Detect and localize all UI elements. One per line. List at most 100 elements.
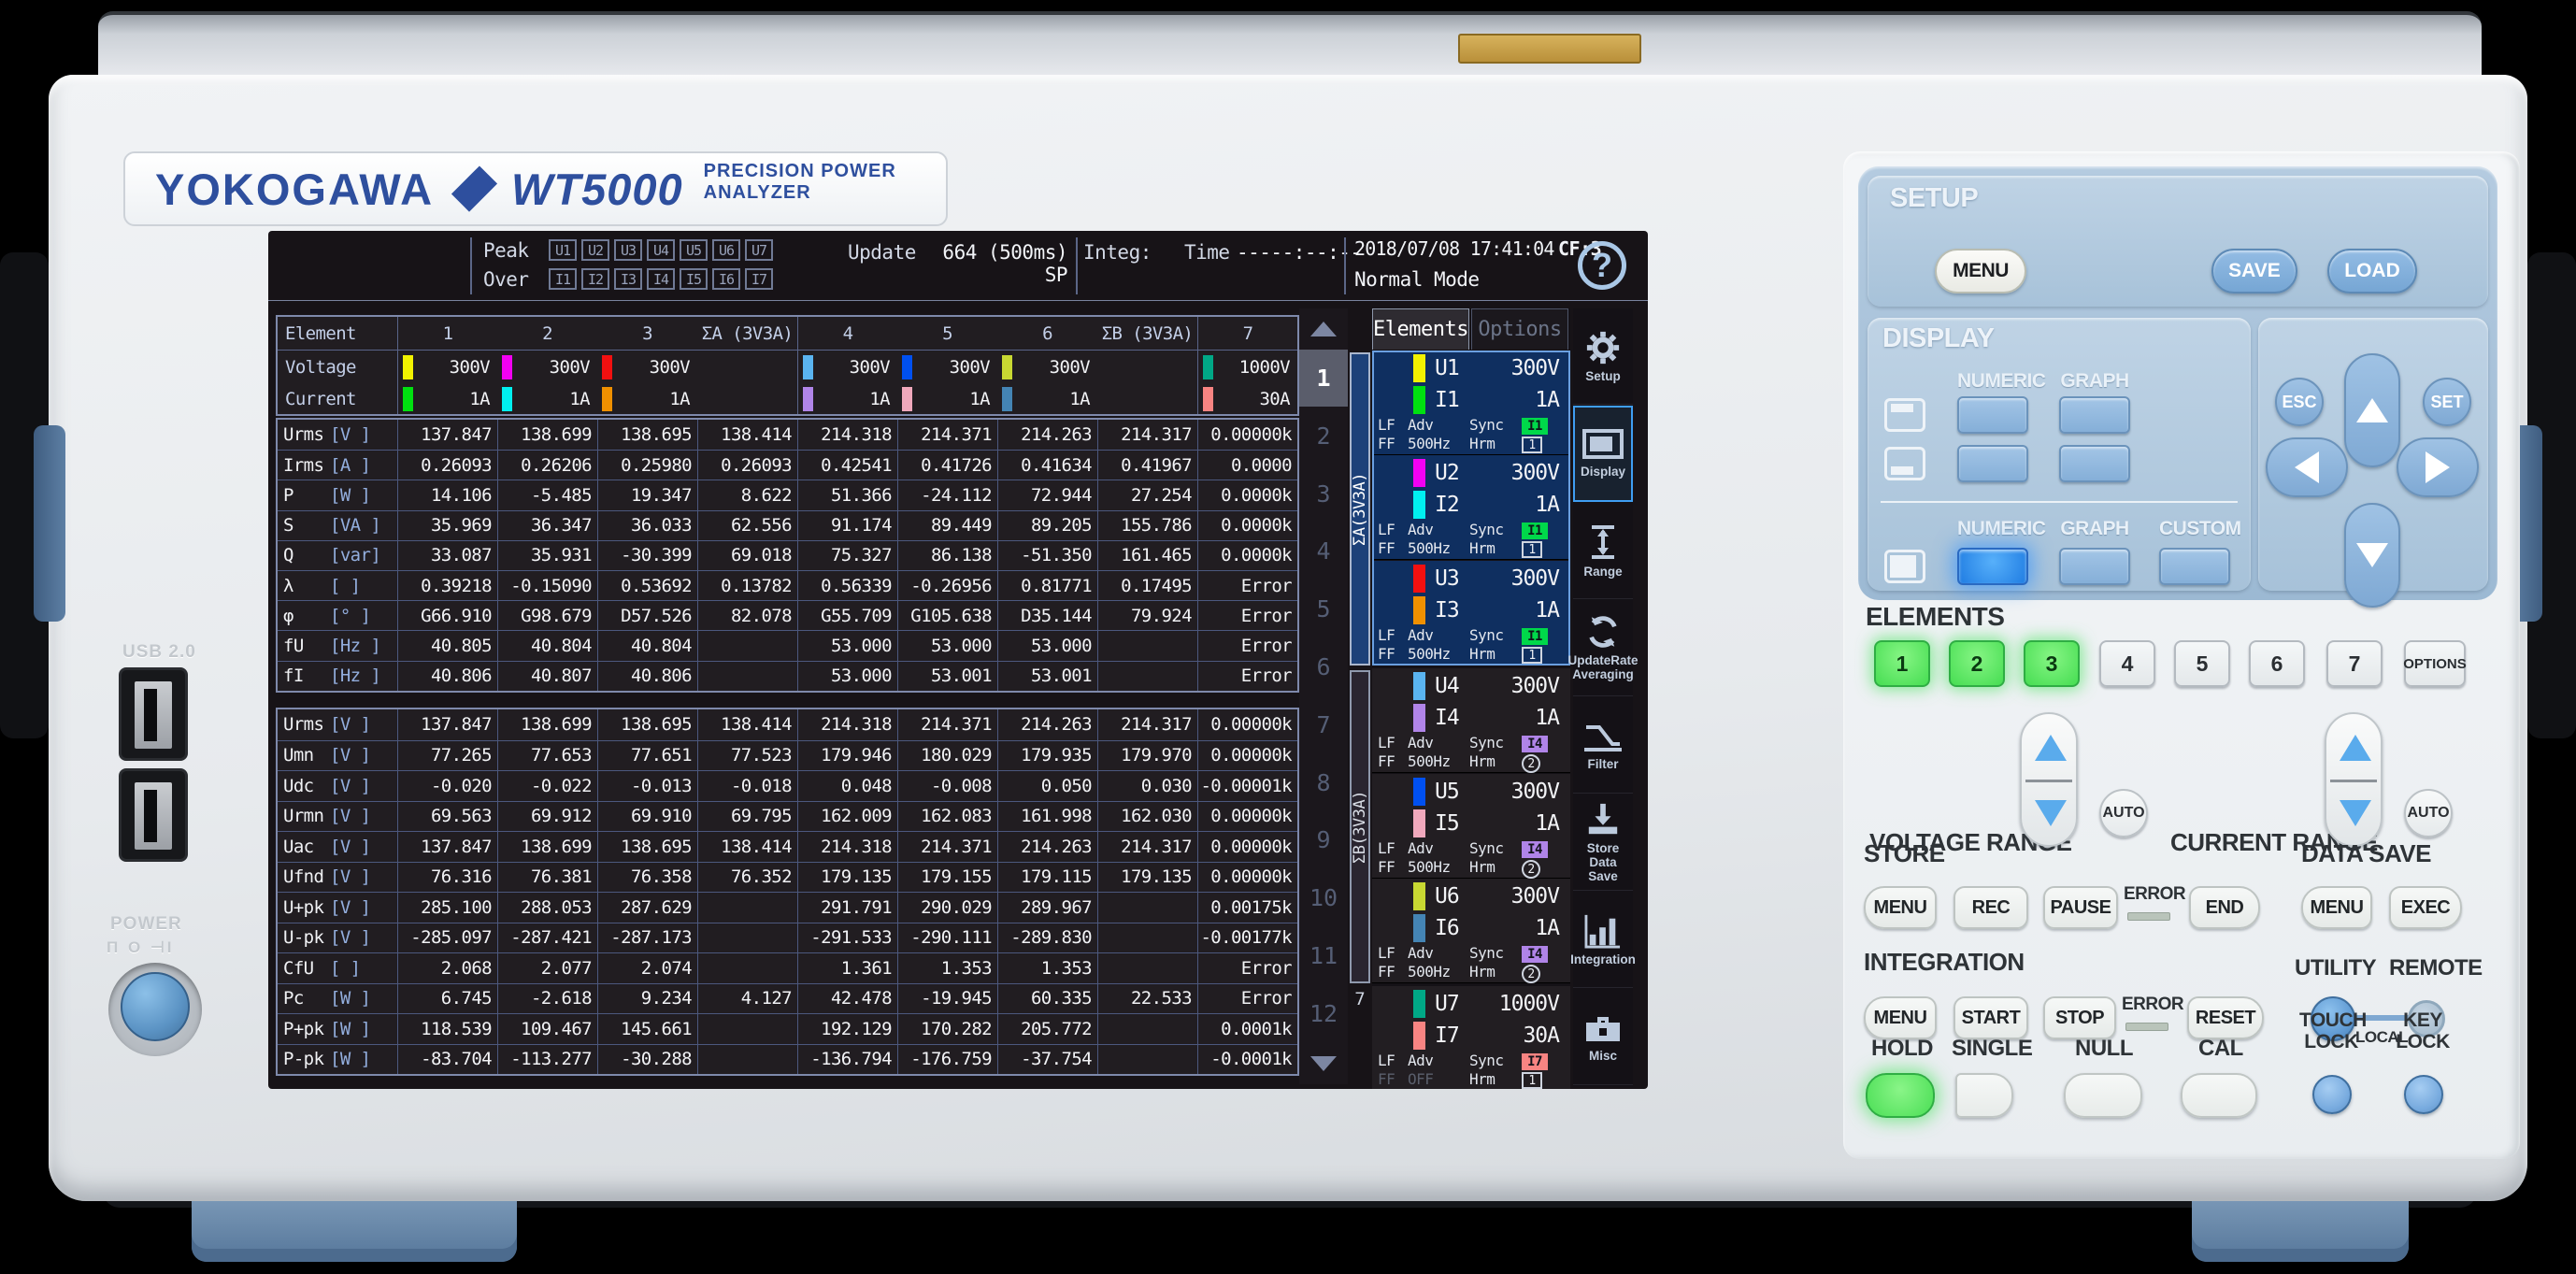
page-number[interactable]: 3 bbox=[1299, 465, 1348, 522]
voltage-auto-button[interactable]: AUTO bbox=[2099, 789, 2148, 837]
over-badge: I1 bbox=[549, 268, 577, 290]
element-item[interactable]: U1 300V I1 1A LF FF Adv 500Hz Sync Hrm I1 1 bbox=[1372, 351, 1570, 455]
page-number[interactable]: 11 bbox=[1299, 927, 1348, 984]
menu-item-setup[interactable]: Setup bbox=[1573, 308, 1633, 405]
data-save-menu-button[interactable]: MENU bbox=[2301, 886, 2372, 929]
graph-half-top-button[interactable] bbox=[2059, 396, 2130, 434]
numeric-half-bottom-button[interactable] bbox=[1957, 445, 2028, 482]
key-lock-button[interactable] bbox=[2404, 1075, 2443, 1114]
voltage-range-rocker[interactable] bbox=[2020, 712, 2078, 847]
group-sigma-b[interactable]: ΣB(3V3A) bbox=[1350, 670, 1370, 983]
left-arrow-button[interactable] bbox=[2266, 437, 2348, 497]
element-item[interactable]: U7 1000V I7 30A LF FF Adv OFF Sync Hrm I7 1 bbox=[1372, 986, 1570, 1089]
current-range-rocker[interactable] bbox=[2325, 712, 2383, 847]
null-button[interactable] bbox=[2064, 1073, 2142, 1118]
graph-full-button[interactable] bbox=[2059, 548, 2130, 585]
page-number[interactable]: 10 bbox=[1299, 869, 1348, 926]
current-auto-button[interactable]: AUTO bbox=[2404, 789, 2453, 837]
element-item[interactable]: U5 300V I5 1A LF FF Adv 500Hz Sync Hrm I4 2 bbox=[1372, 773, 1570, 879]
page-number[interactable]: 8 bbox=[1299, 754, 1348, 811]
menu-item-filter[interactable]: Filter bbox=[1573, 697, 1633, 794]
page-number[interactable]: 7 bbox=[1299, 696, 1348, 753]
tab-elements[interactable]: Elements bbox=[1372, 308, 1469, 350]
element-item[interactable]: U4 300V I4 1A LF FF Adv 500Hz Sync Hrm I4 2 bbox=[1372, 668, 1570, 774]
value-cell bbox=[1097, 892, 1197, 923]
tab-options[interactable]: Options bbox=[1471, 308, 1568, 350]
menu-item-display[interactable]: Display bbox=[1573, 406, 1633, 502]
element-item[interactable]: U3 300V I3 1A LF FF Adv 500Hz Sync Hrm I1 1 bbox=[1372, 560, 1570, 666]
page-number[interactable]: 1 bbox=[1299, 350, 1348, 407]
store-pause-button[interactable]: PAUSE bbox=[2043, 886, 2118, 929]
element-item[interactable]: U6 300V I6 1A LF FF Adv 500Hz Sync Hrm I4 2 bbox=[1372, 879, 1570, 983]
menu-item-updaterate[interactable]: UpdateRate Averaging bbox=[1568, 600, 1639, 696]
page-number[interactable]: 5 bbox=[1299, 580, 1348, 637]
page-number[interactable]: 2 bbox=[1299, 408, 1348, 465]
element-key-5[interactable]: 5 bbox=[2174, 640, 2230, 687]
brand-plate: YOKOGAWA WT5000 PRECISION POWER ANALYZER bbox=[123, 151, 948, 226]
setup-menu-button[interactable]: MENU bbox=[1935, 249, 2026, 293]
page-number[interactable]: 6 bbox=[1299, 638, 1348, 695]
usb-port-1[interactable] bbox=[119, 667, 188, 761]
data-save-exec-button[interactable]: EXEC bbox=[2389, 886, 2462, 929]
element-key-2[interactable]: 2 bbox=[1949, 640, 2005, 687]
hold-button[interactable] bbox=[1866, 1073, 1935, 1118]
element-key-6[interactable]: 6 bbox=[2249, 640, 2305, 687]
store-end-button[interactable]: END bbox=[2189, 886, 2260, 929]
value-cell: 118.539 bbox=[397, 1013, 497, 1044]
menu-item-misc[interactable]: Misc bbox=[1573, 989, 1633, 1085]
store-menu-button[interactable]: MENU bbox=[1864, 886, 1937, 929]
integration-menu-button[interactable]: MENU bbox=[1864, 996, 1937, 1039]
esc-button[interactable]: ESC bbox=[2275, 378, 2324, 426]
page-up-arrow[interactable] bbox=[1299, 308, 1348, 350]
numeric-full-button[interactable] bbox=[1957, 548, 2028, 585]
range-cell bbox=[697, 351, 797, 383]
group-sigma-a[interactable]: ΣA(3V3A) bbox=[1350, 352, 1370, 666]
element-item[interactable]: U2 300V I2 1A LF FF Adv 500Hz Sync Hrm I1 1 bbox=[1372, 455, 1570, 561]
set-button[interactable]: SET bbox=[2423, 378, 2471, 426]
store-error-label: ERROR bbox=[2124, 884, 2186, 904]
element-key-7[interactable]: 7 bbox=[2326, 640, 2383, 687]
integration-start-button[interactable]: START bbox=[1953, 996, 2028, 1039]
adv-label: Adv bbox=[1408, 838, 1434, 857]
value-cell: 1.353 bbox=[897, 952, 997, 983]
page-number[interactable]: 4 bbox=[1299, 522, 1348, 580]
integration-reset-button[interactable]: RESET bbox=[2187, 996, 2264, 1039]
integration-stop-button[interactable]: STOP bbox=[2043, 996, 2116, 1039]
custom-button[interactable] bbox=[2159, 548, 2230, 585]
measurement-name: Ufnd bbox=[283, 866, 324, 888]
page-number[interactable]: 9 bbox=[1299, 811, 1348, 868]
value-cell: 40.804 bbox=[597, 630, 697, 661]
single-button[interactable] bbox=[1955, 1073, 2013, 1118]
save-button[interactable]: SAVE bbox=[2211, 249, 2297, 293]
page-number[interactable]: 12 bbox=[1299, 985, 1348, 1042]
menu-item-store[interactable]: Store Data Save bbox=[1573, 794, 1633, 891]
value-cell: 77.653 bbox=[497, 739, 597, 770]
menu-item-range[interactable]: Range bbox=[1573, 503, 1633, 599]
page-down-arrow[interactable] bbox=[1299, 1043, 1348, 1084]
cal-button[interactable] bbox=[2181, 1073, 2257, 1118]
right-arrow-button[interactable] bbox=[2397, 437, 2479, 497]
load-button[interactable]: LOAD bbox=[2327, 249, 2417, 293]
calibration-sticker bbox=[1458, 34, 1641, 64]
value-cell: 53.001 bbox=[897, 660, 997, 691]
help-button[interactable]: ? bbox=[1571, 235, 1633, 296]
usb-port-2[interactable] bbox=[119, 768, 188, 862]
value-cell: 0.00000k bbox=[1197, 831, 1297, 862]
up-arrow-button[interactable] bbox=[2344, 353, 2400, 467]
value-cell: 8.622 bbox=[697, 480, 797, 510]
graph-half-bottom-button[interactable] bbox=[2059, 445, 2130, 482]
current-color-chip bbox=[1413, 809, 1425, 837]
options-key[interactable]: OPTIONS bbox=[2403, 640, 2467, 687]
store-rec-button[interactable]: REC bbox=[1953, 886, 2028, 929]
cal-label: CAL bbox=[2198, 1036, 2243, 1061]
value-cell: -30.399 bbox=[597, 539, 697, 570]
numeric-half-top-button[interactable] bbox=[1957, 396, 2028, 434]
element-key-4[interactable]: 4 bbox=[2099, 640, 2155, 687]
element-key-3[interactable]: 3 bbox=[2024, 640, 2080, 687]
power-button[interactable] bbox=[121, 972, 190, 1041]
current-channel-row: I3 1A bbox=[1372, 594, 1570, 626]
touch-lock-button[interactable] bbox=[2312, 1075, 2352, 1114]
element-key-1[interactable]: 1 bbox=[1874, 640, 1930, 687]
down-arrow-button[interactable] bbox=[2344, 503, 2400, 608]
menu-item-integration[interactable]: Integration bbox=[1570, 892, 1636, 988]
